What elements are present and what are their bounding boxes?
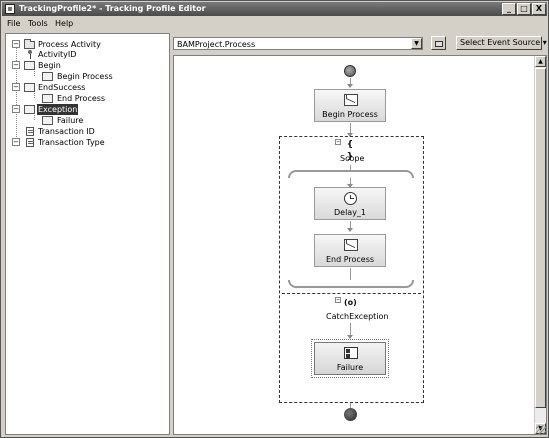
arrow-down-icon bbox=[347, 84, 353, 88]
catch-divider bbox=[282, 293, 421, 294]
collapse-toggle[interactable]: − bbox=[12, 138, 20, 146]
app-icon bbox=[5, 4, 15, 14]
folder-open-icon bbox=[435, 41, 443, 47]
scope-label: Scope bbox=[340, 154, 365, 163]
close-button[interactable]: X bbox=[532, 3, 546, 15]
tree-item-label: Failure bbox=[57, 116, 84, 125]
title-bar[interactable]: TrackingProfile2* - Tracking Profile Edi… bbox=[2, 2, 547, 16]
throw-exception-icon bbox=[344, 347, 358, 359]
arrow-down-icon bbox=[347, 335, 353, 339]
activity-label: Delay_1 bbox=[333, 208, 367, 217]
collapse-toggle[interactable]: − bbox=[12, 83, 20, 91]
activity-end-process[interactable]: End Process bbox=[314, 234, 386, 267]
activity-label: Failure bbox=[336, 363, 364, 372]
catch-exception-label: CatchException bbox=[326, 312, 389, 321]
scroll-thumb[interactable] bbox=[535, 68, 546, 408]
tree-item-label: EndSuccess bbox=[38, 83, 86, 92]
activity-label: End Process bbox=[325, 255, 375, 264]
envelope-icon bbox=[344, 94, 358, 106]
document-icon bbox=[26, 127, 34, 136]
activity-shape-icon bbox=[24, 105, 35, 114]
scroll-up-arrow[interactable]: ▲ bbox=[535, 56, 546, 67]
activity-begin-process[interactable]: Begin Process bbox=[314, 89, 386, 122]
activity-shape-icon bbox=[24, 83, 35, 92]
activity-shape-icon bbox=[42, 94, 53, 103]
document-icon bbox=[26, 138, 34, 147]
connector-line bbox=[350, 268, 351, 280]
activity-label: Begin Process bbox=[322, 110, 378, 119]
workflow-start-node[interactable] bbox=[344, 65, 356, 77]
clock-icon bbox=[344, 192, 357, 205]
maximize-button[interactable]: □ bbox=[517, 3, 531, 15]
tree-item-label: End Process bbox=[57, 94, 106, 103]
catch-exception-icon: (o) bbox=[344, 298, 357, 307]
activity-delay[interactable]: Delay_1 bbox=[314, 187, 386, 220]
tree-connector bbox=[16, 44, 17, 145]
envelope-icon bbox=[344, 239, 358, 251]
tree-item-label: Begin Process bbox=[57, 72, 113, 81]
select-event-source-button[interactable]: Select Event Source ▾ bbox=[456, 36, 547, 50]
collapse-toggle[interactable]: − bbox=[12, 61, 20, 69]
menu-file[interactable]: File bbox=[7, 19, 20, 28]
workflow-canvas[interactable]: Begin Process − { } Scope Delay_1 End Pr… bbox=[173, 55, 547, 435]
activity-shape-icon bbox=[42, 116, 53, 125]
menu-help[interactable]: Help bbox=[55, 19, 73, 28]
chevron-down-icon[interactable]: ▼ bbox=[411, 38, 422, 49]
activity-failure[interactable]: Failure bbox=[311, 339, 389, 378]
app-window: TrackingProfile2* - Tracking Profile Edi… bbox=[0, 0, 549, 438]
tree-item-label: ActivityID bbox=[38, 50, 77, 59]
sequence-brace-bottom bbox=[288, 280, 414, 288]
window-title: TrackingProfile2* - Tracking Profile Edi… bbox=[19, 4, 206, 13]
minimize-button[interactable]: _ bbox=[502, 3, 516, 15]
tree-item-label: Transaction Type bbox=[38, 138, 105, 147]
activity-shape-icon bbox=[42, 72, 53, 81]
source-dropdown-value: BAMProject.Process bbox=[177, 40, 256, 49]
folder-icon bbox=[24, 39, 35, 49]
pin-icon bbox=[25, 50, 36, 59]
collapse-toggle[interactable]: − bbox=[335, 139, 341, 145]
activity-tree[interactable]: − Process Activity ActivityID − Begin Be… bbox=[5, 33, 170, 435]
collapse-toggle[interactable]: − bbox=[335, 297, 341, 303]
activity-shape-icon bbox=[24, 61, 35, 70]
tree-item-label: Begin bbox=[38, 61, 61, 70]
open-button[interactable] bbox=[431, 36, 446, 50]
collapse-toggle[interactable]: − bbox=[12, 40, 20, 48]
sequence-brace-top bbox=[288, 170, 414, 178]
scope-icon: { } bbox=[346, 140, 354, 162]
source-dropdown[interactable]: BAMProject.Process ▼ bbox=[173, 37, 423, 50]
tree-item-label: Transaction ID bbox=[38, 127, 95, 136]
menu-tools[interactable]: Tools bbox=[28, 19, 48, 28]
menu-bar: File Tools Help bbox=[2, 17, 547, 31]
tree-item-label: Exception bbox=[37, 104, 79, 115]
workflow-pane: BAMProject.Process ▼ Select Event Source… bbox=[173, 33, 547, 435]
resize-grip[interactable] bbox=[536, 425, 546, 435]
arrow-down-icon bbox=[347, 228, 353, 232]
collapse-toggle[interactable]: − bbox=[12, 105, 20, 113]
vertical-scrollbar[interactable]: ▲ ▼ bbox=[534, 56, 546, 434]
workflow-end-node[interactable] bbox=[344, 408, 357, 421]
